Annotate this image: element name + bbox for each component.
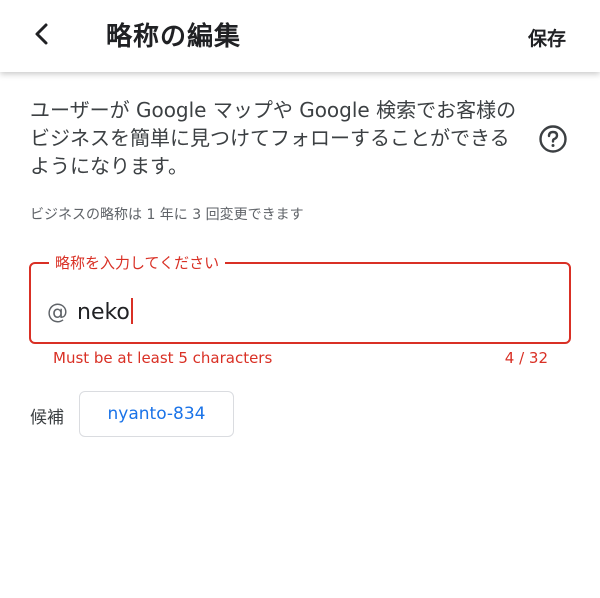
top-app-bar: 略称の編集 保存 xyxy=(0,0,600,72)
short-name-input[interactable]: neko xyxy=(77,298,133,325)
chevron-left-icon xyxy=(35,23,48,45)
save-button[interactable]: 保存 xyxy=(528,24,566,51)
short-name-input-value: neko xyxy=(77,300,130,325)
character-counter: 4 / 32 xyxy=(504,349,548,367)
suggestion-chip[interactable]: nyanto-834 xyxy=(79,391,234,437)
change-limit-note: ビジネスの略称は 1 年に 3 回変更できます xyxy=(30,207,304,223)
at-prefix: @ xyxy=(47,300,68,324)
help-button[interactable] xyxy=(538,124,568,154)
short-name-field[interactable]: 略称を入力してください @ neko xyxy=(29,253,571,344)
page-title: 略称の編集 xyxy=(106,22,242,52)
description-text: ユーザーが Google マップや Google 検索でお客様のビジネスを簡単に… xyxy=(30,98,517,178)
back-button[interactable] xyxy=(22,14,62,54)
error-message: Must be at least 5 characters xyxy=(53,349,273,367)
edit-short-name-screen: 略称の編集 保存 ユーザーが Google マップや Google 検索でお客様… xyxy=(0,0,600,598)
text-caret xyxy=(130,298,133,324)
help-circle-icon xyxy=(539,125,567,153)
short-name-field-label: 略称を入力してください xyxy=(49,253,226,273)
suggestions-label: 候補 xyxy=(30,408,64,428)
